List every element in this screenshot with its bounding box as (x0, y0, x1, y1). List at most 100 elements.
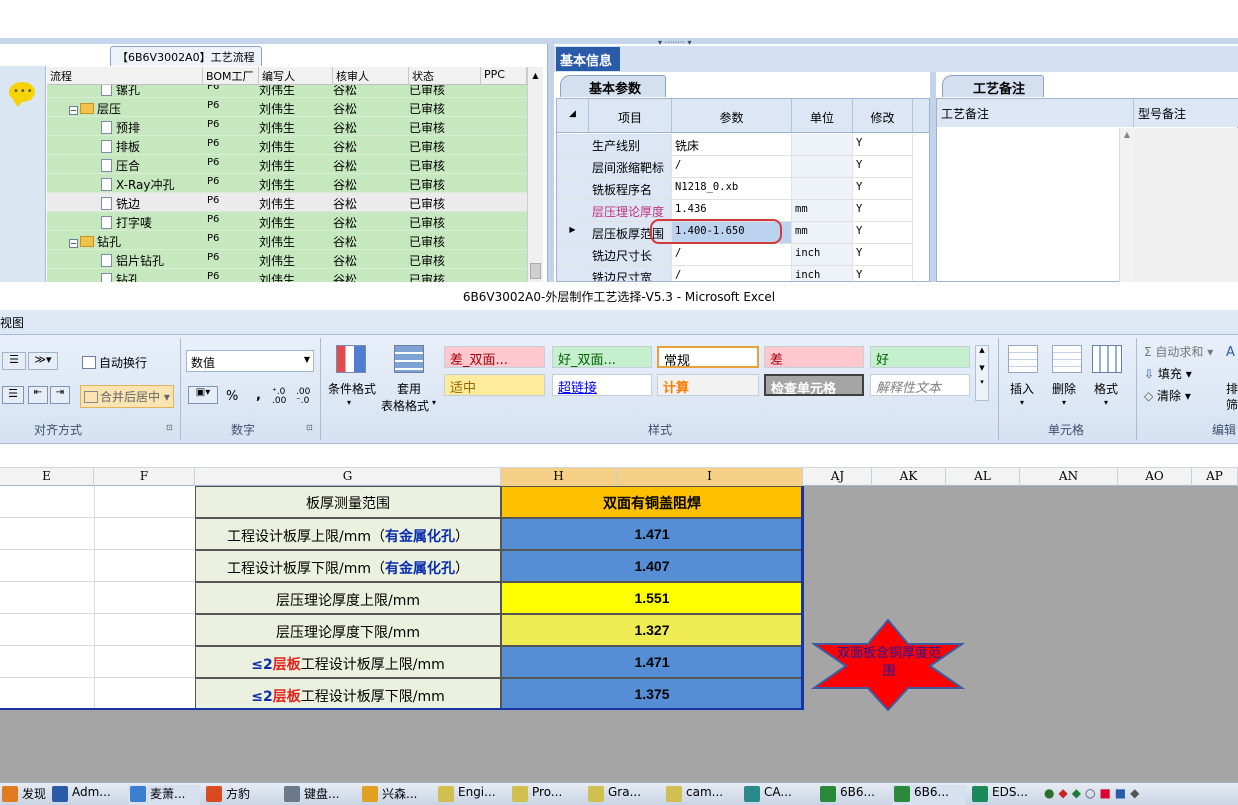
tree-col-flow[interactable]: 流程 (47, 67, 203, 85)
comma-button[interactable]: , (256, 388, 261, 403)
tab-process-notes[interactable]: 工艺备注 (942, 75, 1045, 97)
more-icon[interactable]: ▾ (976, 378, 988, 386)
table-header-left[interactable]: 板厚测量范围 (195, 486, 501, 518)
collapse-icon[interactable]: − (69, 106, 78, 115)
delete-icon[interactable] (1052, 345, 1082, 373)
model-notes-area[interactable] (1134, 128, 1238, 282)
taskbar-button[interactable]: 6B6... (892, 785, 966, 805)
scroll-down-icon[interactable]: ▼ (976, 364, 988, 372)
param-row[interactable]: 生产线别 铣床 Y (557, 134, 913, 156)
param-col-value[interactable]: 参数 (672, 99, 792, 132)
param-modify[interactable]: Y (853, 134, 913, 155)
taskbar-button[interactable]: 发现... (0, 785, 46, 805)
format-button[interactable]: 格式 (1094, 380, 1118, 397)
range-label-cell[interactable]: 工程设计板厚下限/mm（有金属化孔） (195, 550, 501, 582)
chevron-down-icon[interactable]: ▾ (347, 398, 351, 407)
sort-filter-icon[interactable]: A (1226, 345, 1235, 360)
column-header-f[interactable]: F (94, 468, 195, 486)
column-header-ak[interactable]: AK (872, 468, 946, 486)
column-header-h[interactable]: H (501, 468, 617, 486)
align-right-icon[interactable]: ☰ (2, 386, 24, 404)
align-middle-icon[interactable]: ☰ (2, 352, 26, 370)
taskbar-button[interactable]: Gra... (586, 785, 660, 805)
param-modify[interactable]: Y (853, 156, 913, 177)
tree-row[interactable]: 铣边 P6 刘伟生 谷松 已审核 (47, 193, 527, 212)
styles-scrollbar[interactable]: ▲ ▼ ▾ (975, 345, 989, 401)
cell-style-4[interactable]: 好 (870, 346, 970, 368)
cell-style-3[interactable]: 差 (764, 346, 864, 368)
cell-style-2[interactable]: 常规 (657, 346, 759, 368)
taskbar-button[interactable]: 6B6... (818, 785, 888, 805)
scroll-up-icon[interactable]: ▲ (1120, 128, 1134, 139)
range-label-cell[interactable]: 层压理论厚度下限/mm (195, 614, 501, 646)
tree-row[interactable]: 打字唛 P6 刘伟生 谷松 已审核 (47, 212, 527, 231)
param-value[interactable]: / (672, 244, 792, 265)
param-col-unit[interactable]: 单位 (792, 99, 853, 132)
param-value[interactable]: / (672, 156, 792, 177)
range-value-cell[interactable]: 1.375 (501, 678, 803, 710)
range-value-cell[interactable]: 1.327 (501, 614, 803, 646)
column-header-ao[interactable]: AO (1118, 468, 1192, 486)
tree-row[interactable]: 钻孔 P6 刘伟生 谷松 已审核 (47, 269, 527, 282)
collapse-icon[interactable]: − (69, 239, 78, 248)
conditional-format-icon[interactable] (336, 345, 366, 373)
tree-row[interactable]: − 层压 P6 刘伟生 谷松 已审核 (47, 98, 527, 117)
merge-center-button[interactable]: 合并后居中 ▾ (80, 385, 174, 408)
tree-col-auditor[interactable]: 核审人 (333, 67, 409, 85)
taskbar-button[interactable]: 方豹 (204, 785, 278, 805)
clear-button[interactable]: ◇ 清除 ▾ (1144, 387, 1191, 404)
row-indicator[interactable] (557, 156, 589, 177)
param-row[interactable]: 铣板程序名 N1218_0.xb Y (557, 178, 913, 200)
taskbar-button[interactable]: 键盘... (282, 785, 356, 805)
row-indicator[interactable] (557, 244, 589, 265)
flow-tab[interactable]: 【6B6V3002A0】工艺流程 (110, 46, 262, 66)
param-row[interactable]: 铣边尺寸长 / inch Y (557, 244, 913, 266)
formula-bar[interactable] (0, 448, 1238, 468)
sort-triangle-icon[interactable]: ◢ (557, 99, 589, 132)
param-col-modify[interactable]: 修改 (853, 99, 913, 132)
autosum-button[interactable]: Σ 自动求和 ▾ (1144, 343, 1213, 360)
cell-style-7[interactable]: 计算 (657, 374, 759, 396)
param-row[interactable]: 铣边尺寸宽 / inch Y (557, 266, 913, 281)
tab-view[interactable]: 视图 (0, 314, 24, 331)
table-format-icon[interactable] (394, 345, 424, 373)
tree-row[interactable]: 铝片钻孔 P6 刘伟生 谷松 已审核 (47, 250, 527, 269)
percent-button[interactable]: % (226, 389, 238, 404)
filter-button[interactable]: 筛 (1226, 396, 1238, 413)
conditional-format-button[interactable]: 条件格式 (328, 380, 376, 397)
tree-row[interactable]: − 钻孔 P6 刘伟生 谷松 已审核 (47, 231, 527, 250)
taskbar-button[interactable]: Engi... (436, 785, 506, 805)
cell-style-6[interactable]: 超链接 (552, 374, 652, 396)
table-format-button-2[interactable]: 表格格式 (381, 397, 429, 414)
param-col-item[interactable]: 项目 (589, 99, 672, 132)
wrap-text-button[interactable]: 自动换行 (82, 354, 147, 371)
format-icon[interactable] (1092, 345, 1122, 373)
row-indicator[interactable] (557, 134, 589, 155)
fill-button[interactable]: ⇩ 填充 ▾ (1144, 365, 1192, 382)
orientation-icon[interactable]: ≫▾ (28, 352, 58, 370)
tree-row[interactable]: 预排 P6 刘伟生 谷松 已审核 (47, 117, 527, 136)
tab-basic-params[interactable]: 基本参数 (560, 75, 667, 97)
cell-style-8[interactable]: 检查单元格 (764, 374, 864, 396)
tree-row[interactable]: 排板 P6 刘伟生 谷松 已审核 (47, 136, 527, 155)
range-value-cell[interactable]: 1.551 (501, 582, 803, 614)
tab-basic-info[interactable]: 基本信息 (556, 47, 620, 71)
tree-col-writer[interactable]: 编写人 (259, 67, 333, 85)
tree-row[interactable]: 压合 P6 刘伟生 谷松 已审核 (47, 155, 527, 174)
row-indicator[interactable]: ▶ (557, 222, 589, 243)
insert-button[interactable]: 插入 (1010, 380, 1034, 397)
param-value[interactable]: 1.436 (672, 200, 792, 221)
cell-style-5[interactable]: 适中 (444, 374, 545, 396)
row-indicator[interactable] (557, 200, 589, 221)
cell-style-0[interactable]: 差_双面... (444, 346, 545, 368)
sort-button[interactable]: 排 (1226, 380, 1238, 397)
param-modify[interactable]: Y (853, 178, 913, 199)
column-header-ap[interactable]: AP (1192, 468, 1238, 486)
column-header-g[interactable]: G (195, 468, 501, 486)
indent-decrease-icon[interactable]: ⇤ (28, 386, 48, 404)
table-format-button[interactable]: 套用 (397, 380, 421, 397)
tree-scrollbar[interactable]: ▲ (527, 67, 543, 282)
range-value-cell[interactable]: 1.471 (501, 646, 803, 678)
taskbar-button[interactable]: CA... (742, 785, 814, 805)
row-indicator[interactable] (557, 178, 589, 199)
